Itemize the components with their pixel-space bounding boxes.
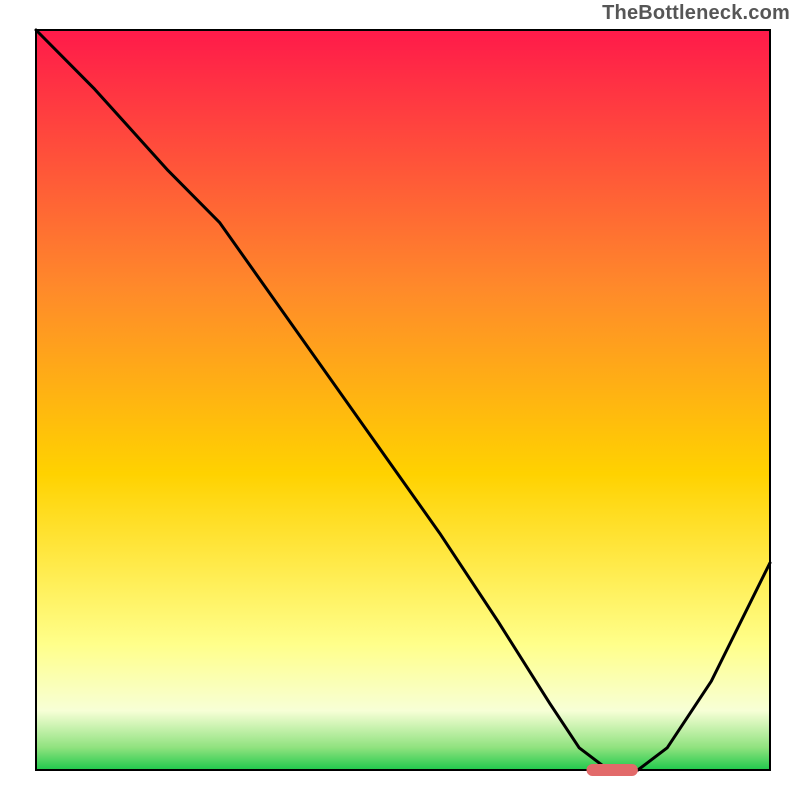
gradient-background xyxy=(36,30,770,770)
chart-container: TheBottleneck.com xyxy=(0,0,800,800)
bottleneck-chart xyxy=(0,0,800,800)
attribution-label: TheBottleneck.com xyxy=(602,2,790,25)
minimum-marker xyxy=(587,764,638,776)
